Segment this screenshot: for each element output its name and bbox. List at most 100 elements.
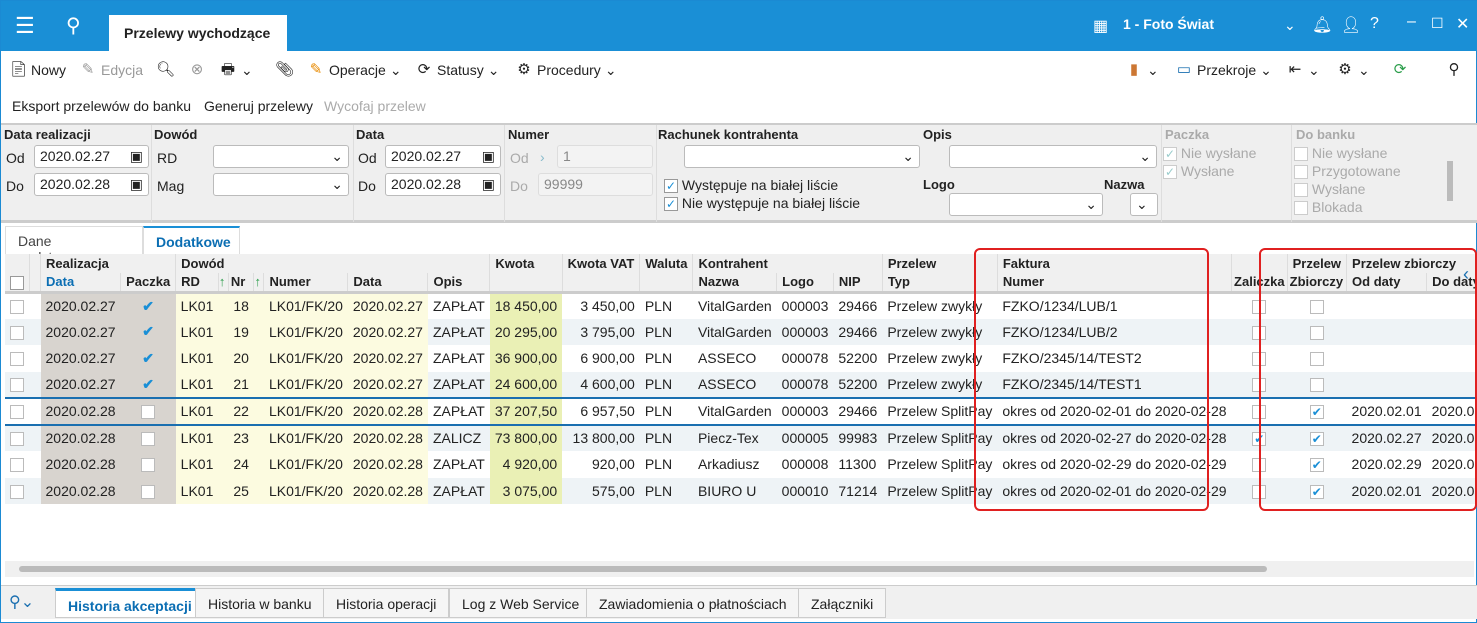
filter-scrollbar[interactable] [1447, 161, 1453, 201]
refresh-button[interactable]: ⟳ [1391, 61, 1409, 79]
account-select[interactable]: ⌄ [684, 145, 920, 168]
select-all-checkbox[interactable] [5, 273, 30, 294]
vat-header[interactable]: Kwota VAT [562, 254, 641, 273]
bank-block-checkbox[interactable]: Blokada [1294, 199, 1362, 216]
amount-header[interactable]: Kwota [489, 254, 563, 273]
history-view-icon[interactable]: ⚲⌄ [9, 592, 34, 612]
search-icon[interactable]: ⚲ [66, 13, 81, 38]
bank-prepared-checkbox[interactable]: Przygotowane [1294, 163, 1401, 180]
grid-icon[interactable]: ▦ [1093, 16, 1108, 36]
statuses-button[interactable]: ⟳ Statusy ⌄ [415, 61, 500, 79]
number-to-input[interactable]: 99999 [538, 173, 653, 196]
bottom-tab[interactable]: Historia w banku [195, 588, 325, 618]
package-sent-checkbox[interactable]: ✓ Wysłane [1163, 163, 1234, 180]
close-icon[interactable]: ✕ [1456, 14, 1469, 34]
currency-header[interactable]: Waluta [639, 254, 694, 273]
table-row[interactable]: 2020.02.27 ✔ LK01 20 LK01/FK/20 2020.02.27 ZAP… [5, 345, 1477, 372]
row-checkbox[interactable] [10, 352, 24, 367]
col-logo[interactable]: Logo [776, 273, 834, 294]
bottom-tab[interactable]: Załączniki [798, 588, 887, 618]
table-row[interactable]: 2020.02.28 LK01 25 LK01/FK/20 2020.02.28 ZAPŁ… [5, 477, 1477, 504]
document-tab[interactable]: Przelewy wychodzące [109, 15, 287, 51]
row-select[interactable] [5, 292, 30, 319]
date-to-input[interactable]: 2020.02.28 ▣ [385, 173, 501, 196]
layout-button[interactable]: ⇤ ⌄ [1286, 61, 1320, 79]
col-date[interactable]: Data [40, 273, 122, 294]
row-select[interactable] [5, 397, 30, 426]
bank-not-sent-checkbox[interactable]: Nie wysłane [1294, 145, 1387, 162]
description-select[interactable]: ⌄ [949, 145, 1157, 168]
charts-button[interactable]: ▮ ⌄ [1125, 61, 1159, 79]
number-from-input[interactable]: 1 [557, 145, 653, 168]
table-row[interactable]: 2020.02.27 ✔ LK01 21 LK01/FK/20 2020.02.27 ZAP… [5, 371, 1477, 398]
row-select[interactable] [5, 345, 30, 372]
minimize-icon[interactable]: – [1407, 13, 1416, 31]
row-select[interactable] [5, 424, 30, 451]
withdraw-button[interactable]: Wycofaj przelew [324, 98, 426, 114]
package-checkbox[interactable] [141, 432, 156, 447]
col-desc[interactable]: Opis [427, 273, 491, 294]
company-name[interactable]: 1 - Foto Świat [1123, 16, 1214, 32]
row-checkbox[interactable] [10, 484, 24, 499]
col-name[interactable]: Nazwa [692, 273, 778, 294]
menu-icon[interactable]: ☰ [15, 13, 35, 39]
row-checkbox[interactable] [10, 405, 24, 420]
table-row[interactable]: 2020.02.28 LK01 24 LK01/FK/20 2020.02.28 ZAPŁ… [5, 451, 1477, 478]
chevron-left-icon[interactable]: ‹ [1463, 264, 1469, 285]
chevron-down-icon[interactable]: ⌄ [1284, 17, 1296, 34]
table-row[interactable]: 2020.02.27 ✔ LK01 18 LK01/FK/20 2020.02.27 ZAP… [5, 292, 1477, 319]
row-select[interactable] [5, 477, 30, 504]
operations-button[interactable]: ✎ Operacje ⌄ [307, 61, 402, 79]
rd-select[interactable]: ⌄ [213, 145, 349, 168]
user-icon[interactable]: 👤︎ [1341, 15, 1361, 35]
col-package[interactable]: Paczka [120, 273, 177, 294]
row-checkbox[interactable] [10, 432, 24, 447]
col-nip[interactable]: NIP [833, 273, 883, 294]
row-checkbox[interactable] [10, 378, 24, 393]
date-from-input[interactable]: 2020.02.27 ▣ [385, 145, 501, 168]
horizontal-scrollbar[interactable] [5, 561, 1474, 577]
calendar-icon[interactable]: ▣ [482, 148, 495, 165]
col-number[interactable]: Numer [263, 273, 349, 294]
table-row[interactable]: 2020.02.27 ✔ LK01 19 LK01/FK/20 2020.02.27 ZAP… [5, 318, 1477, 345]
bottom-tab[interactable]: Historia operacji [323, 588, 450, 618]
row-select[interactable] [5, 318, 30, 345]
table-row[interactable]: 2020.02.28 LK01 22 LK01/FK/20 2020.02.28 ZAPŁ… [5, 397, 1477, 426]
find-button[interactable]: ⚲ [1445, 61, 1463, 79]
logo-select[interactable]: ⌄ [949, 193, 1103, 216]
tab-basic[interactable]: Dane podstawowe [5, 226, 143, 265]
col-doc-date[interactable]: Data [347, 273, 429, 294]
print-button[interactable]: 🖶 ⌄ [219, 61, 253, 79]
bottom-tab[interactable]: Log z Web Service [449, 588, 593, 618]
edit-button[interactable]: ✎ Edycja [79, 61, 143, 79]
realization-from-input[interactable]: 2020.02.27 ▣ [34, 145, 149, 168]
table-row[interactable]: 2020.02.28 LK01 23 LK01/FK/20 2020.02.28 ZALI… [5, 424, 1477, 451]
mag-select[interactable]: ⌄ [213, 173, 349, 196]
calendar-icon[interactable]: ▣ [482, 176, 495, 193]
name-select[interactable]: ⌄ [1130, 193, 1158, 216]
sort-asc-icon[interactable]: ↑ [253, 273, 265, 294]
col-nr[interactable]: Nr [228, 273, 255, 294]
scrollbar-thumb[interactable] [19, 566, 1267, 572]
generate-button[interactable]: Generuj przelewy [204, 98, 313, 114]
tab-extra[interactable]: Dodatkowe [143, 226, 240, 254]
procedures-button[interactable]: ⚙ Procedury ⌄ [515, 61, 616, 79]
calendar-icon[interactable]: ▣ [130, 176, 143, 193]
views-button[interactable]: ▭ Przekroje ⌄ [1175, 61, 1272, 79]
row-checkbox[interactable] [10, 458, 24, 473]
preview-button[interactable]: 🔍︎ [156, 61, 175, 79]
export-button[interactable]: Eksport przelewów do banku [12, 98, 191, 114]
package-not-sent-checkbox[interactable]: ✓ Nie wysłane [1163, 145, 1256, 162]
bank-sent-checkbox[interactable]: Wysłane [1294, 181, 1365, 198]
package-checkbox[interactable] [141, 405, 156, 420]
bottom-tab[interactable]: Historia akceptacji [55, 588, 205, 618]
settings-button[interactable]: ⚙ ⌄ [1336, 61, 1369, 79]
row-checkbox[interactable] [10, 325, 24, 340]
maximize-icon[interactable]: ☐ [1431, 15, 1444, 32]
whitelist-yes-checkbox[interactable]: ✓ Występuje na białej liście [664, 177, 838, 194]
calendar-icon[interactable]: ▣ [130, 148, 143, 165]
delete-button[interactable]: ⊗ [188, 61, 206, 79]
new-button[interactable]: 📄︎ Nowy [9, 61, 66, 79]
bottom-tab[interactable]: Zawiadomienia o płatnościach [586, 588, 800, 618]
sort-asc-icon[interactable]: ↑ [218, 273, 229, 294]
